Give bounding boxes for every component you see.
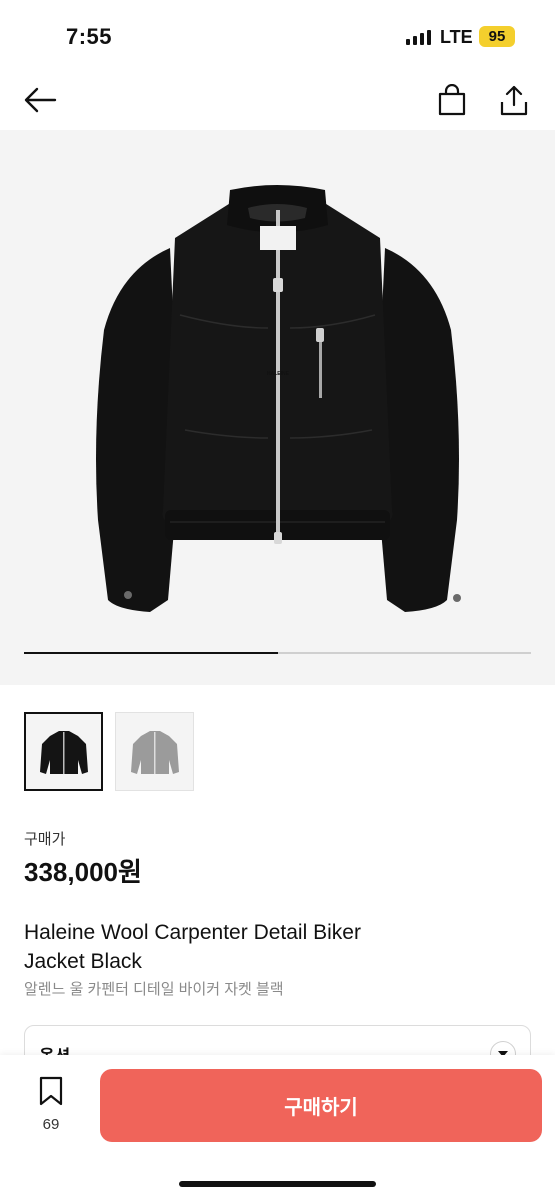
- buy-button[interactable]: 구매하기: [100, 1069, 542, 1142]
- price-label: 구매가: [24, 831, 66, 848]
- bookmark-button[interactable]: 69: [28, 1075, 74, 1135]
- product-title-line-1: Haleine Wool Carpenter Detail Biker: [24, 921, 361, 944]
- shopping-bag-button[interactable]: [432, 80, 472, 120]
- arrow-left-icon: [24, 87, 57, 113]
- price-value: 338,000원: [24, 857, 142, 887]
- home-indicator: [179, 1181, 376, 1187]
- status-time: 7:55: [66, 24, 113, 49]
- signal-icon: [406, 30, 431, 45]
- product-subtitle-korean: 알렌느 울 카펜터 디테일 바이커 자켓 블랙: [24, 981, 284, 998]
- thumbnail-black-jacket[interactable]: [24, 712, 103, 791]
- share-icon: [500, 85, 528, 116]
- status-bar: 7:55 LTE 95: [0, 0, 555, 70]
- thumbnail-list: [24, 712, 194, 791]
- gallery-progress-fill: [24, 652, 278, 654]
- nav-bar: [0, 70, 555, 130]
- gallery-progress-bar: [24, 652, 531, 654]
- thumbnail-grey-jacket[interactable]: [115, 712, 194, 791]
- product-title: Haleine Wool Carpenter Detail Biker Jack…: [24, 918, 524, 976]
- jacket-brand-label: HALEINE: [267, 371, 289, 377]
- thumbnail-image: [130, 730, 179, 774]
- bookmark-icon: [39, 1076, 63, 1106]
- bookmark-count: 69: [42, 1116, 60, 1133]
- battery-indicator: 95: [479, 26, 515, 47]
- product-image-gallery[interactable]: HALEINE: [0, 130, 555, 685]
- thumbnail-image: [39, 730, 88, 774]
- back-button[interactable]: [20, 80, 60, 120]
- bottom-action-bar: 69 구매하기: [0, 1055, 555, 1200]
- product-title-line-2: Jacket Black: [24, 950, 142, 973]
- share-button[interactable]: [494, 80, 534, 120]
- network-label: LTE: [440, 27, 473, 47]
- shopping-bag-icon: [438, 84, 466, 116]
